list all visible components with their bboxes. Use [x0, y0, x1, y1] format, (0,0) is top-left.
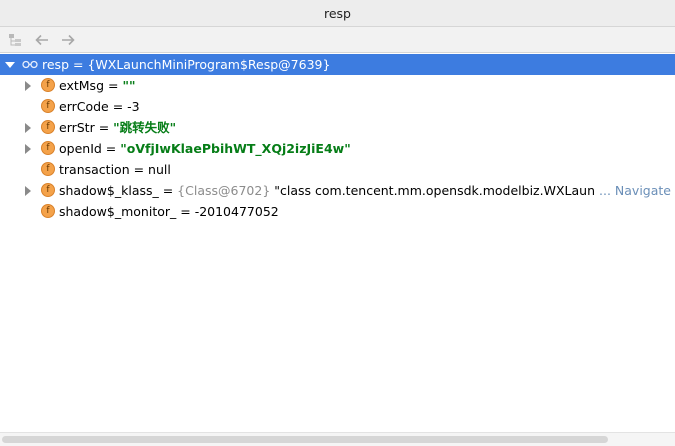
- collapsed-chevron-icon[interactable]: [22, 117, 34, 138]
- field-eq: =: [104, 78, 123, 93]
- root-eq: =: [69, 57, 88, 72]
- field-eq: =: [158, 183, 178, 198]
- tree-row-errcode[interactable]: f errCode = -3: [0, 96, 675, 117]
- field-icon: f: [41, 204, 55, 218]
- tree-root-row[interactable]: resp = {WXLaunchMiniProgram$Resp@7639}: [0, 54, 675, 75]
- root-value: {WXLaunchMiniProgram$Resp@7639}: [87, 57, 331, 72]
- field-text: errCode = -3: [59, 96, 140, 117]
- field-icon: f: [41, 141, 55, 155]
- toolbar: [0, 27, 675, 53]
- expanded-chevron-icon[interactable]: [4, 54, 16, 75]
- tree-row-errstr[interactable]: f errStr = "跳转失败": [0, 117, 675, 138]
- class-ref: {Class@6702}: [177, 183, 271, 198]
- tree-row-shadow-monitor[interactable]: f shadow$_monitor_ = -2010477052: [0, 201, 675, 222]
- forward-arrow-icon[interactable]: [58, 30, 78, 50]
- field-name: shadow$_klass_: [59, 183, 159, 198]
- root-text: resp = {WXLaunchMiniProgram$Resp@7639}: [42, 54, 330, 75]
- tree-row-extmsg[interactable]: f extMsg = "": [0, 75, 675, 96]
- tree-row-transaction[interactable]: f transaction = null: [0, 159, 675, 180]
- field-name: errStr: [59, 120, 95, 135]
- field-value: "oVfjIwKlaePbihWT_XQj2izJiE4w": [120, 141, 351, 156]
- field-value: null: [148, 162, 171, 177]
- back-arrow-icon[interactable]: [32, 30, 52, 50]
- navigate-link[interactable]: ... Navigate: [595, 180, 671, 201]
- field-eq: =: [176, 204, 195, 219]
- horizontal-scrollbar[interactable]: [0, 432, 675, 446]
- field-name: transaction: [59, 162, 130, 177]
- watch-glasses-icon: [22, 54, 38, 75]
- field-text: shadow$_klass_ = {Class@6702} "class com…: [59, 180, 663, 201]
- field-icon: f: [41, 120, 55, 134]
- field-name: shadow$_monitor_: [59, 204, 177, 219]
- scrollbar-thumb[interactable]: [2, 436, 608, 443]
- field-name: extMsg: [59, 78, 105, 93]
- collapsed-chevron-icon[interactable]: [22, 75, 34, 96]
- collapsed-chevron-icon[interactable]: [22, 180, 34, 201]
- field-text: errStr = "跳转失败": [59, 117, 176, 138]
- field-eq: =: [94, 120, 114, 135]
- field-icon: f: [41, 162, 55, 176]
- field-value: "": [122, 78, 136, 93]
- field-icon: f: [41, 99, 55, 113]
- root-name: resp: [42, 57, 70, 72]
- collapsed-chevron-icon[interactable]: [22, 138, 34, 159]
- tree-row-openid[interactable]: f openId = "oVfjIwKlaePbihWT_XQj2izJiE4w…: [0, 138, 675, 159]
- field-text: shadow$_monitor_ = -2010477052: [59, 201, 279, 222]
- field-value: -3: [127, 99, 140, 114]
- tree-view-icon[interactable]: [6, 30, 26, 50]
- field-name: openId: [59, 141, 102, 156]
- field-eq: =: [101, 141, 121, 156]
- field-text: openId = "oVfjIwKlaePbihWT_XQj2izJiE4w": [59, 138, 351, 159]
- tree-row-shadow-klass[interactable]: f shadow$_klass_ = {Class@6702} "class c…: [0, 180, 675, 201]
- field-text: extMsg = "": [59, 75, 135, 96]
- field-icon: f: [41, 183, 55, 197]
- field-value: -2010477052: [194, 204, 279, 219]
- field-eq: =: [129, 162, 149, 177]
- field-eq: =: [108, 99, 128, 114]
- field-name: errCode: [59, 99, 109, 114]
- variables-tree: resp = {WXLaunchMiniProgram$Resp@7639} f…: [0, 54, 675, 432]
- window-title: resp: [0, 0, 675, 27]
- field-value: "跳转失败": [113, 120, 177, 135]
- field-text: transaction = null: [59, 159, 171, 180]
- field-icon: f: [41, 78, 55, 92]
